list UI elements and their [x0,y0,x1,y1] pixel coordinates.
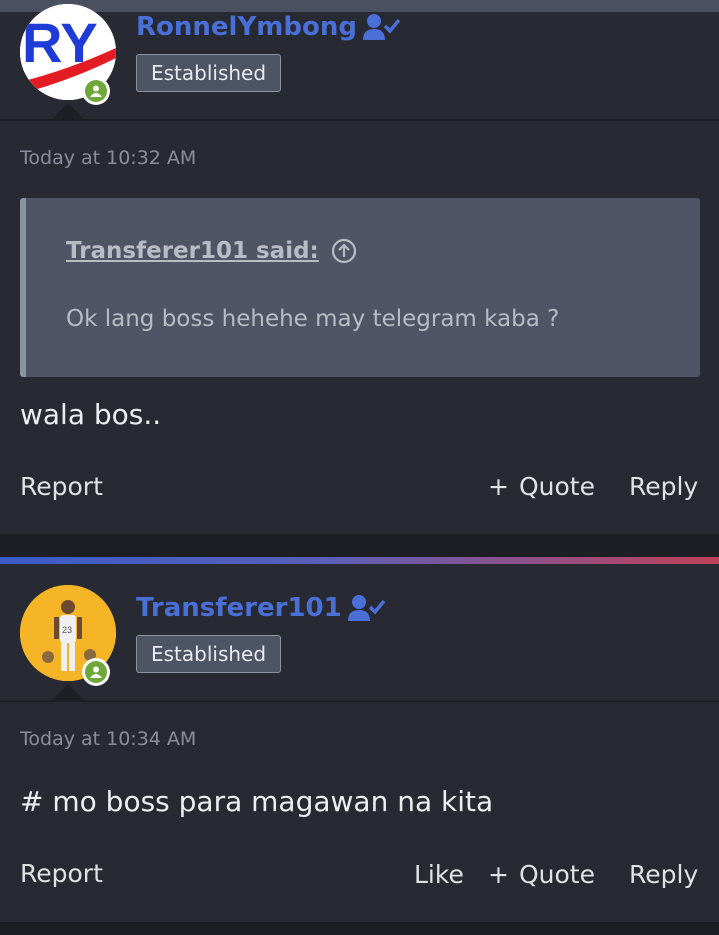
quote-author-text[interactable]: Transferer101 said: [66,238,319,264]
quote-text: Ok lang boss hehehe may telegram kaba ? [66,306,560,332]
avatar-notch [52,103,84,119]
report-button[interactable]: Report [20,859,103,888]
user-online-icon [90,666,102,678]
post-body: wala bos.. [20,398,162,431]
online-status-indicator [82,77,110,105]
avatar-jersey-number: 23 [62,625,72,635]
quote-block: Transferer101 said: Ok lang boss hehehe … [20,198,700,377]
reply-button[interactable]: Reply [629,472,698,501]
post-header-divider [0,119,719,121]
reply-button[interactable]: Reply [629,860,698,889]
user-title-badge: Established [136,54,282,92]
quote-author-link[interactable]: Transferer101 said: [66,238,357,264]
top-strip [0,0,719,12]
post-separator-gradient [0,557,719,564]
quote-button-label: Quote [518,472,595,501]
plus-icon: + [488,472,509,501]
online-status-indicator [82,658,110,686]
post-timestamp[interactable]: Today at 10:32 AM [20,147,196,169]
user-online-icon [90,85,102,97]
arrow-up-circle-icon[interactable] [331,238,357,264]
user-title-badge: Established [136,635,282,673]
post-header-divider [0,700,719,702]
like-button[interactable]: Like [414,860,464,889]
report-button[interactable]: Report [20,472,103,501]
quote-button[interactable]: + Quote [488,472,595,501]
user-check-icon [362,14,401,40]
post-timestamp[interactable]: Today at 10:34 AM [20,728,196,750]
username-link[interactable]: RonnelYmbong [136,12,401,42]
avatar-notch [52,684,84,700]
username-link[interactable]: Transferer101 [136,593,386,623]
username-text[interactable]: RonnelYmbong [136,12,357,42]
quote-button-label: Quote [518,860,595,889]
username-text[interactable]: Transferer101 [136,593,342,623]
user-check-icon [347,595,386,621]
plus-icon: + [488,860,509,889]
post-body: # mo boss para magawan na kita [20,785,494,818]
quote-button[interactable]: + Quote [488,860,595,889]
